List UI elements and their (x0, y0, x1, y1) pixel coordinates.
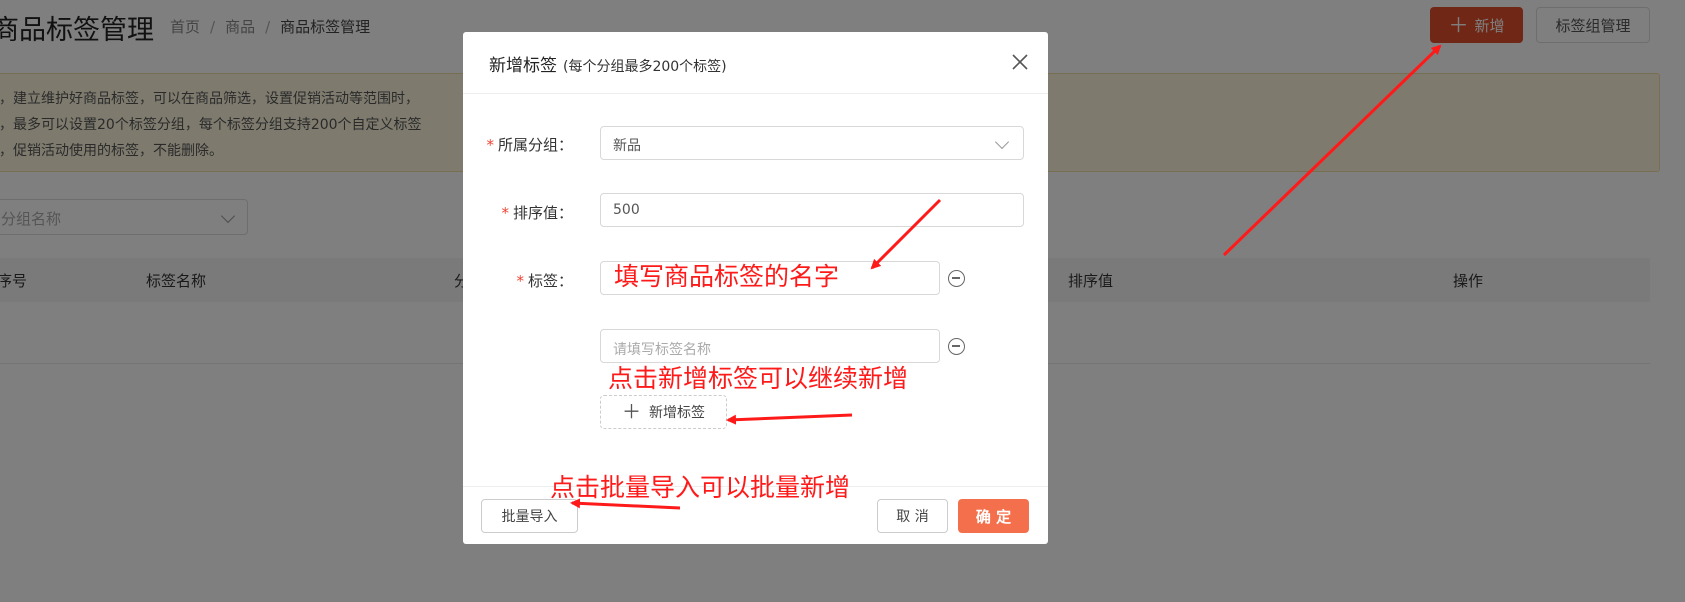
annotation-arrows (570, 44, 1442, 510)
arrow-to-add-tag-button (726, 413, 853, 425)
arrow-to-import-button (570, 498, 681, 510)
arrow-to-add-button (1222, 44, 1442, 257)
arrow-to-tag-input (870, 198, 942, 270)
